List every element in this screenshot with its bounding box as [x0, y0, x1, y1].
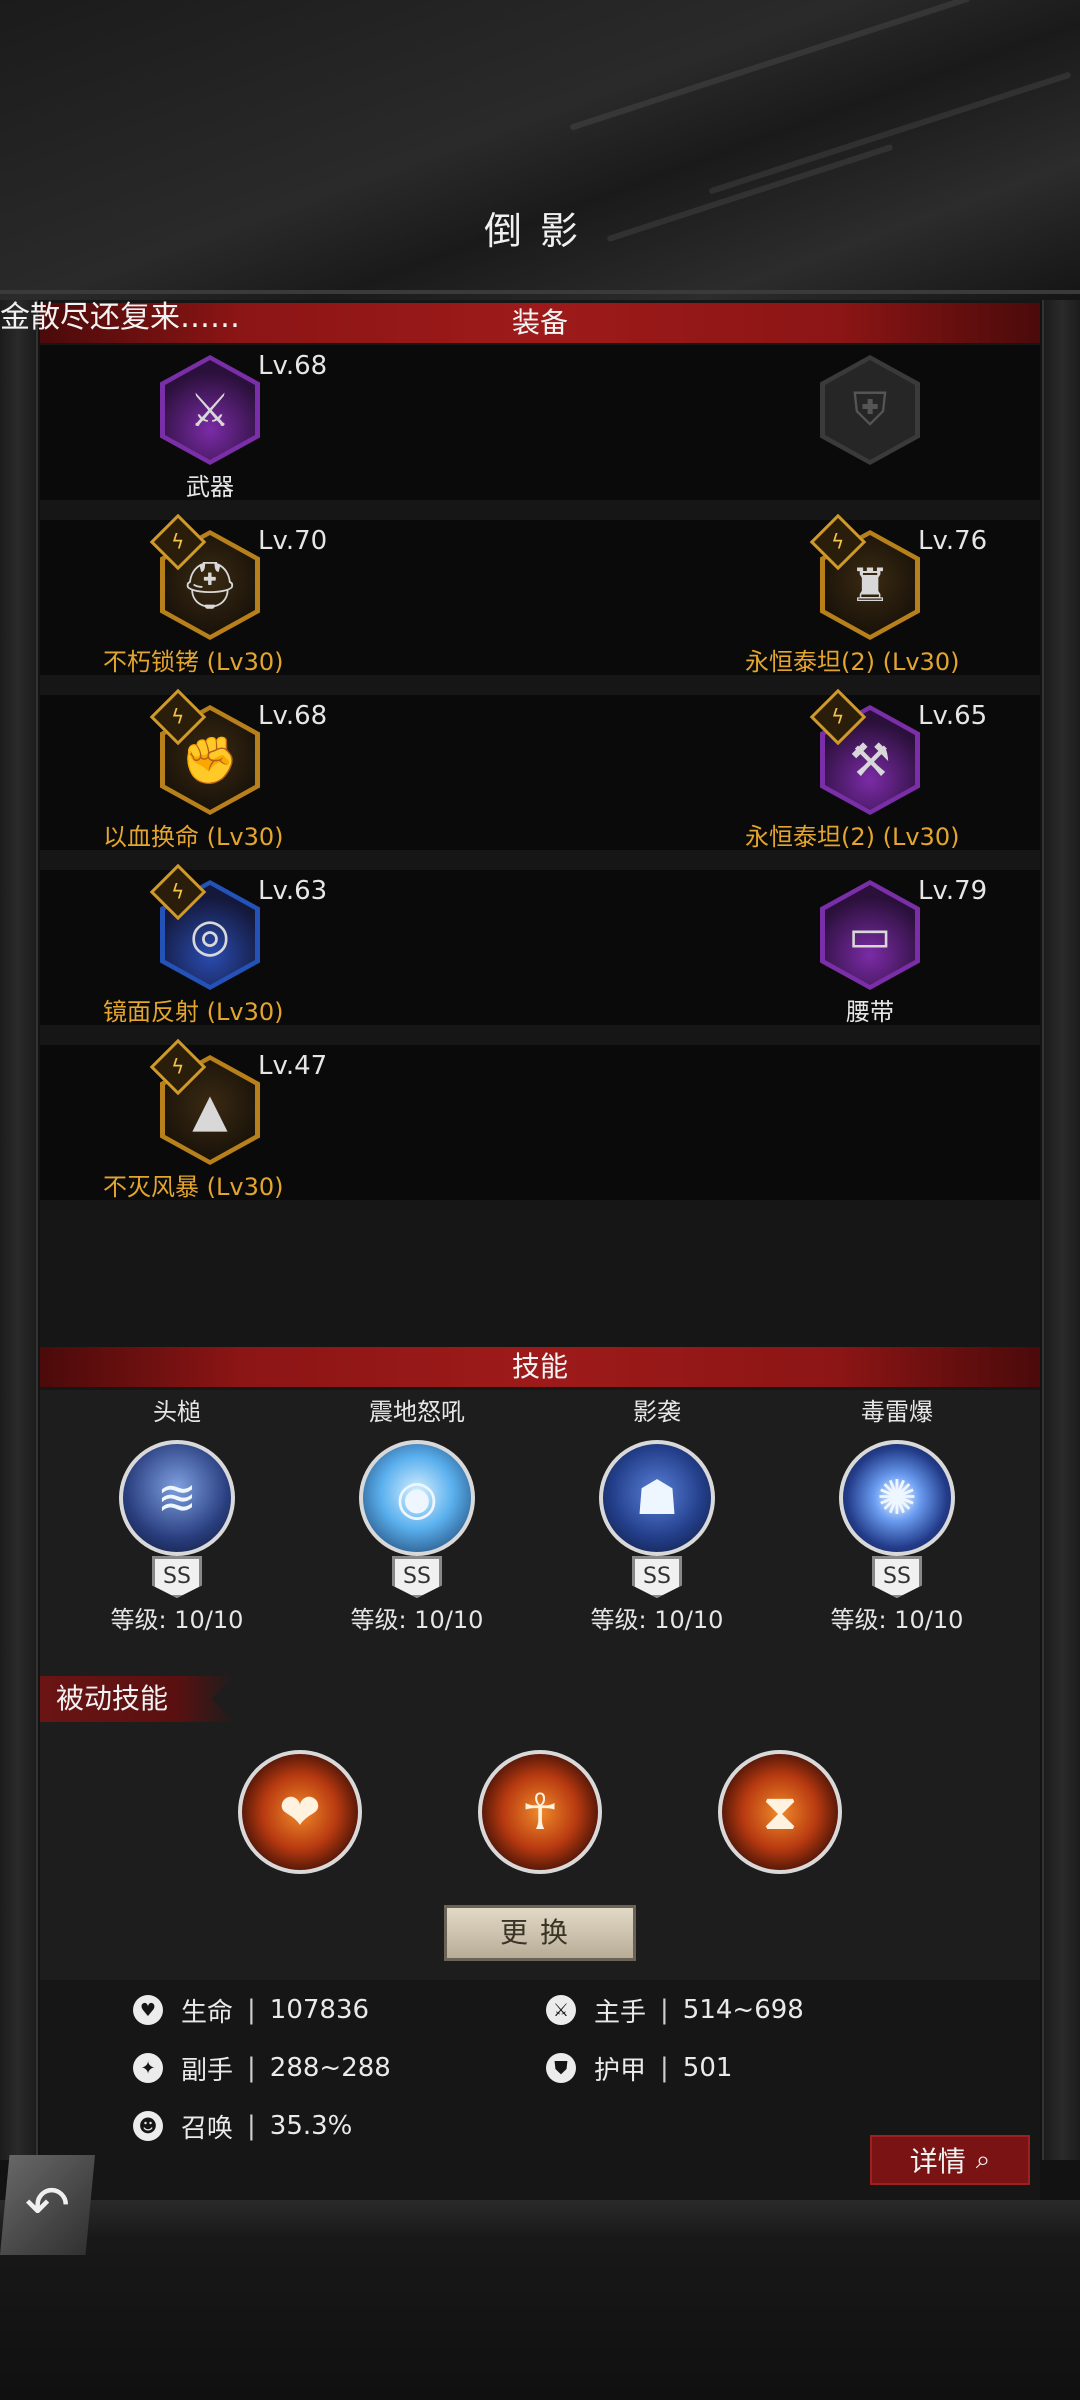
item-level: Lv.47: [258, 1051, 328, 1081]
item-label: 不朽锁铐 (Lv30): [103, 648, 284, 676]
equipment-slot-shoulder[interactable]: ϟ ♜ Lv.76 永恒泰坦(2) (Lv30): [745, 513, 987, 676]
stat-off-hand: ✦ 副手 | 288~288: [133, 2048, 391, 2088]
stat-armor: ⛊ 护甲 | 501: [546, 2048, 732, 2088]
stat-hp: ♥ 生命 | 107836: [133, 1990, 369, 2030]
stat-label: 主手: [594, 1997, 647, 2028]
armor-icon: ⛊: [546, 2053, 576, 2083]
skill-roar[interactable]: 震地怒吼 ◉ SS 等级: 10/10: [317, 1390, 517, 1640]
equipment-slot-offhand[interactable]: ⛨: [760, 345, 980, 500]
item-level: Lv.76: [918, 526, 988, 556]
bottom-frame: [0, 2200, 1080, 2400]
skill-name: 影袭: [633, 1398, 681, 1426]
equipment-slot-belt[interactable]: ▭ Lv.79 腰带: [760, 870, 987, 1026]
item-label: 不灭风暴 (Lv30): [103, 1173, 284, 1201]
stat-main-hand: ⚔ 主手 | 514~698: [546, 1990, 804, 2030]
swap-button[interactable]: 更换: [444, 1905, 636, 1961]
item-label: 武器: [186, 473, 234, 501]
item-label: 腰带: [846, 998, 894, 1026]
item-frame: ⛨: [820, 355, 920, 465]
back-button[interactable]: ↶: [0, 2155, 95, 2255]
skill-rank-badge: SS: [392, 1556, 442, 1598]
equipment-slot-legs[interactable]: ϟ ⚒ Lv.65 永恒泰坦(2) (Lv30): [745, 688, 987, 851]
shadow-strike-skill-icon: ☗: [599, 1440, 715, 1556]
shield-slot-icon: ⛨: [825, 360, 915, 460]
stat-separator: |: [660, 2053, 669, 2083]
skill-level: 等级: 10/10: [590, 1606, 724, 1634]
heart-icon: ♥: [133, 1995, 163, 2025]
right-frame: [1042, 300, 1080, 2160]
decor-streak: [569, 0, 971, 131]
stat-separator: |: [660, 1995, 669, 2025]
stat-label: 召唤: [181, 2113, 234, 2144]
sword-icon: ⚔: [546, 1995, 576, 2025]
skill-level: 等级: 10/10: [110, 1606, 244, 1634]
skill-name: 头槌: [153, 1398, 201, 1426]
stat-value: 107836: [269, 1995, 370, 2025]
stat-label: 护甲: [594, 2055, 647, 2086]
skill-rank-badge: SS: [872, 1556, 922, 1598]
item-level: Lv.68: [258, 351, 328, 381]
poison-blast-skill-icon: ✺: [839, 1440, 955, 1556]
skill-level: 等级: 10/10: [350, 1606, 484, 1634]
stat-value: 35.3%: [269, 2111, 353, 2141]
stat-value: 514~698: [682, 1995, 804, 2025]
axe-weapon-icon: ⚔: [165, 360, 255, 460]
hourglass-passive-icon[interactable]: ⧗: [718, 1750, 842, 1874]
belt-icon: ▭: [825, 885, 915, 985]
equipment-slot-ring[interactable]: ϟ ◎ Lv.63 镜面反射 (Lv30): [100, 863, 327, 1026]
stat-separator: |: [247, 1995, 256, 2025]
decor-streak: [708, 71, 1072, 195]
stat-label: 副手: [181, 2055, 234, 2086]
stat-summon: ☻ 召唤 | 35.3%: [133, 2106, 352, 2146]
skill-poison-blast[interactable]: 毒雷爆 ✺ SS 等级: 10/10: [797, 1390, 997, 1640]
item-label: 永恒泰坦(2) (Lv30): [745, 823, 960, 851]
headbutt-skill-icon: ≋: [119, 1440, 235, 1556]
equipment-slot-gloves[interactable]: ϟ ✊ Lv.68 以血换命 (Lv30): [100, 688, 327, 851]
item-label: 镜面反射 (Lv30): [103, 998, 284, 1026]
back-arrow-icon: ↶: [24, 2173, 71, 2237]
skill-name: 毒雷爆: [861, 1398, 933, 1426]
magnifier-icon: ⌕: [975, 2144, 991, 2175]
item-frame: ⚔: [160, 355, 260, 465]
skill-name: 震地怒吼: [369, 1398, 465, 1426]
figure-aura-passive-icon[interactable]: ☥: [478, 1750, 602, 1874]
details-label: 详情: [909, 2145, 966, 2178]
stat-label: 生命: [181, 1997, 234, 2028]
roar-skill-icon: ◉: [359, 1440, 475, 1556]
offhand-icon: ✦: [133, 2053, 163, 2083]
heart-hands-passive-icon[interactable]: ❤: [238, 1750, 362, 1874]
scrolling-marquee: 金散尽还复来……: [0, 300, 240, 335]
stat-value: 288~288: [269, 2053, 391, 2083]
item-label: 永恒泰坦(2) (Lv30): [745, 648, 960, 676]
item-level: Lv.79: [918, 876, 988, 906]
item-level: Lv.63: [258, 876, 328, 906]
skill-shadow-strike[interactable]: 影袭 ☗ SS 等级: 10/10: [557, 1390, 757, 1640]
equipment-slot-cloak[interactable]: ϟ ▲ Lv.47 不灭风暴 (Lv30): [100, 1038, 327, 1201]
item-level: Lv.65: [918, 701, 988, 731]
page-title: 倒影: [483, 209, 596, 253]
item-frame: ▭: [820, 880, 920, 990]
stat-separator: |: [247, 2053, 256, 2083]
left-frame: [0, 300, 38, 2160]
equipment-slot-helmet[interactable]: ϟ ⛑ Lv.70 不朽锁铐 (Lv30): [100, 513, 327, 676]
stat-value: 501: [682, 2053, 733, 2083]
item-level: Lv.68: [258, 701, 328, 731]
skill-level: 等级: 10/10: [830, 1606, 964, 1634]
item-label: 以血换命 (Lv30): [103, 823, 284, 851]
summon-icon: ☻: [133, 2111, 163, 2141]
skill-rank-badge: SS: [632, 1556, 682, 1598]
equipment-slot-weapon[interactable]: ⚔ Lv.68 武器: [100, 345, 327, 501]
passive-skills-label: 被动技能: [40, 1676, 235, 1722]
details-button[interactable]: 详情 ⌕: [870, 2135, 1030, 2185]
skill-rank-badge: SS: [152, 1556, 202, 1598]
skill-headbutt[interactable]: 头槌 ≋ SS 等级: 10/10: [77, 1390, 277, 1640]
skills-section-header: 技能: [40, 1347, 1040, 1387]
stat-separator: |: [247, 2111, 256, 2141]
item-level: Lv.70: [258, 526, 328, 556]
header-background: [0, 0, 1080, 300]
